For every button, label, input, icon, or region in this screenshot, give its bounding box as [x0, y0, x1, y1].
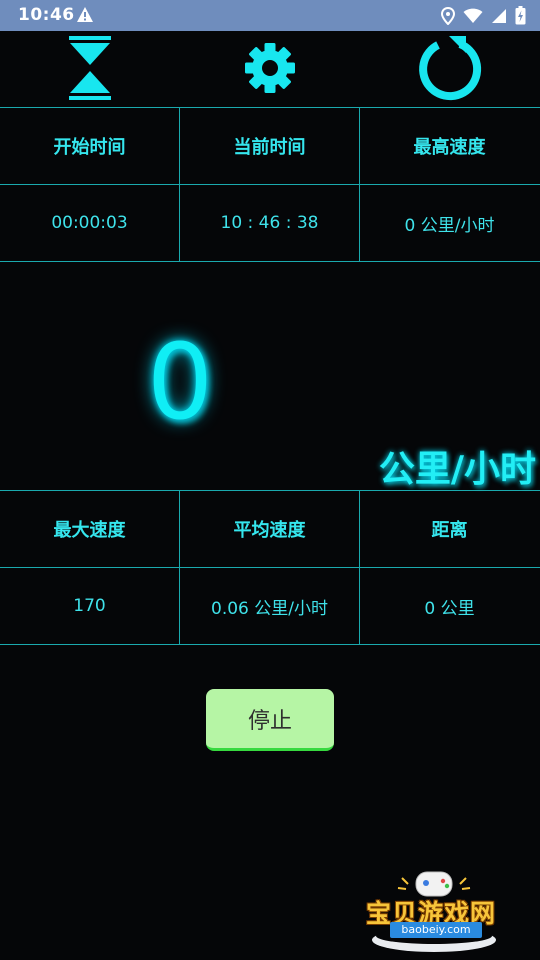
wifi-icon	[463, 8, 483, 28]
battery-icon	[515, 6, 526, 29]
current-time-header: 当前时间	[233, 137, 306, 158]
settings-button[interactable]	[230, 35, 310, 105]
start-time-header: 开始时间	[53, 137, 126, 158]
refresh-icon	[416, 35, 484, 105]
divider	[0, 644, 540, 645]
average-speed-value: 0.06 公里/小时	[211, 598, 328, 619]
stop-button[interactable]: 停止	[206, 689, 334, 751]
hourglass-icon	[67, 35, 113, 105]
status-time: 10:46	[18, 5, 75, 25]
location-icon	[440, 6, 456, 29]
top-speed-header: 最高速度	[413, 137, 486, 158]
current-speed-value: 0	[146, 321, 214, 443]
status-bar: 10:46	[0, 0, 540, 31]
current-time-value: 10 : 46 : 38	[220, 213, 319, 233]
watermark-logo: 宝贝游戏网 baobeiy.com	[362, 862, 512, 954]
distance-header: 距离	[431, 520, 468, 541]
average-speed-header: 平均速度	[233, 520, 306, 541]
distance-value: 0 公里	[424, 598, 475, 619]
toolbar	[0, 31, 540, 107]
start-time-value: 00:00:03	[51, 213, 128, 233]
gear-icon	[243, 41, 297, 99]
warning-icon	[76, 6, 94, 27]
speed-unit-label: 公里/小时	[378, 449, 536, 490]
reset-button[interactable]	[410, 35, 490, 105]
top-speed-value: 0 公里/小时	[404, 215, 495, 236]
max-speed-value: 170	[73, 596, 106, 616]
watermark-url: baobeiy.com	[390, 922, 482, 938]
hourglass-button[interactable]	[50, 35, 130, 105]
divider	[0, 261, 540, 262]
signal-icon	[491, 8, 507, 28]
max-speed-header: 最大速度	[53, 520, 126, 541]
